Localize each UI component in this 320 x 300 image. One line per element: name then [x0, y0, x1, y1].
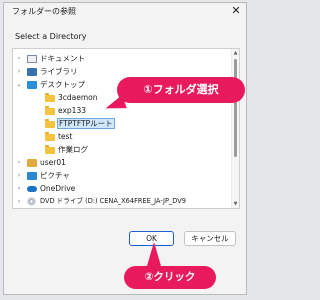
cancel-button[interactable]: キャンセル	[184, 231, 236, 246]
vertical-scrollbar[interactable]: ▲ ▼	[231, 49, 239, 208]
chevron-right-icon[interactable]: ›	[16, 170, 22, 181]
library-icon	[27, 68, 37, 76]
desktop-icon	[27, 81, 37, 89]
user-folder-icon	[27, 159, 37, 167]
folder-icon	[45, 119, 55, 128]
tree-item-onedrive[interactable]: › OneDrive	[13, 183, 230, 194]
folder-icon	[45, 106, 55, 115]
folder-icon	[45, 145, 55, 154]
tree-item-label: test	[58, 132, 73, 141]
tree-item-pictures[interactable]: › ピクチャ	[13, 170, 230, 181]
tree-item-label: DVD ドライブ (D:) CENA_X64FREE_JA-JP_DV9	[40, 197, 186, 205]
tree-item-test[interactable]: test	[13, 131, 230, 142]
dvd-drive-icon	[27, 197, 36, 206]
tree-item-label: ドキュメント	[40, 54, 85, 63]
document-folder-icon	[27, 55, 37, 63]
tree-item-label: ピクチャ	[40, 171, 70, 180]
tree-item-label: 作業ログ	[58, 145, 88, 154]
dialog-prompt: Select a Directory	[15, 32, 87, 41]
chevron-right-icon[interactable]: ›	[16, 66, 22, 77]
tree-item-label: user01	[40, 158, 66, 167]
tree-item-label: ライブラリ	[40, 67, 78, 76]
tree-item-label: デスクトップ	[40, 80, 85, 89]
tree-item-library[interactable]: › ライブラリ	[13, 66, 230, 77]
tree-item-label: 3cdaemon	[58, 93, 98, 102]
folder-icon	[45, 93, 55, 102]
onedrive-icon	[27, 186, 37, 192]
tree-item-documents[interactable]: › ドキュメント	[13, 53, 230, 64]
tree-item-user01[interactable]: › user01	[13, 157, 230, 168]
folder-browse-dialog: フォルダーの参照 ✕ Select a Directory › ドキュメント ›…	[3, 2, 247, 295]
folder-tree[interactable]: › ドキュメント › ライブラリ ⌄ デスクトップ 3cdaemon exp13…	[12, 48, 240, 209]
chevron-right-icon[interactable]: ›	[16, 183, 22, 194]
tree-item-label: OneDrive	[40, 184, 76, 193]
chevron-right-icon[interactable]: ›	[16, 157, 22, 168]
pictures-icon	[27, 172, 37, 180]
tree-item-label: exp133	[58, 106, 86, 115]
tree-item-dvd-drive[interactable]: › DVD ドライブ (D:) CENA_X64FREE_JA-JP_DV9	[13, 196, 230, 207]
annotation-select-folder: ①フォルダ選択	[117, 77, 245, 103]
chevron-down-icon[interactable]: ⌄	[16, 79, 22, 90]
annotation-click: ②クリック	[124, 266, 216, 289]
chevron-right-icon[interactable]: ›	[16, 53, 22, 64]
folder-icon	[45, 132, 55, 141]
tree-item-work-log[interactable]: 作業ログ	[13, 144, 230, 155]
chevron-right-icon[interactable]: ›	[16, 196, 22, 207]
tree-item-label: FTPTFTPルート	[57, 118, 115, 129]
callout-pointer	[147, 242, 161, 266]
window-title: フォルダーの参照	[12, 7, 76, 16]
scroll-down-icon[interactable]: ▼	[232, 200, 239, 208]
scroll-up-icon[interactable]: ▲	[232, 49, 239, 57]
close-icon[interactable]: ✕	[229, 4, 243, 18]
title-bar: フォルダーの参照 ✕	[4, 3, 246, 19]
scrollbar-thumb[interactable]	[234, 59, 237, 157]
tree-item-ftptftp-root[interactable]: FTPTFTPルート	[13, 118, 230, 129]
